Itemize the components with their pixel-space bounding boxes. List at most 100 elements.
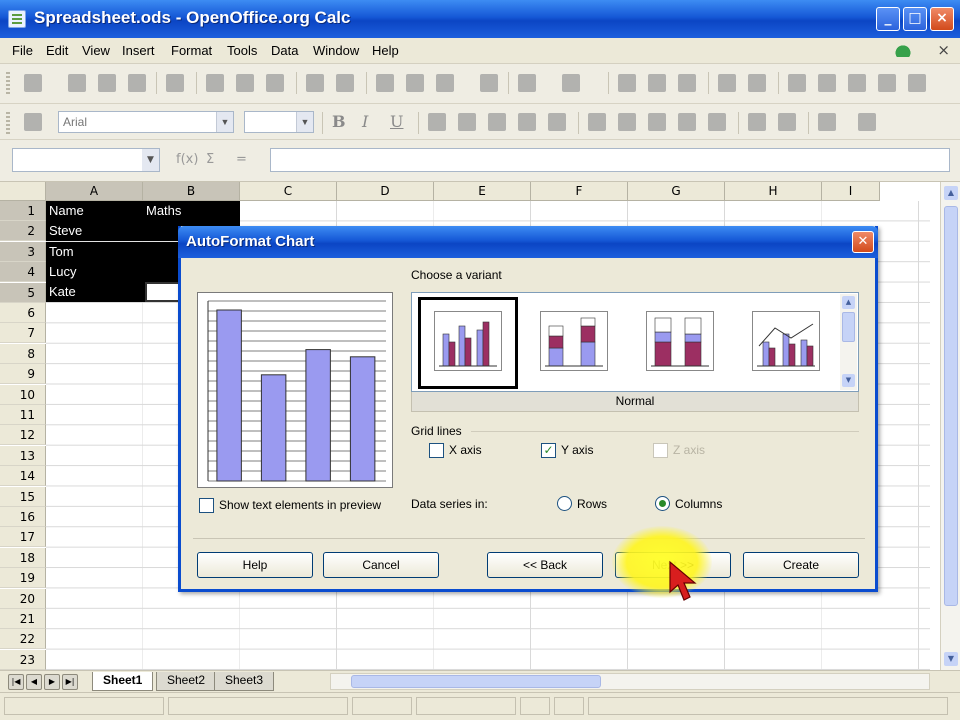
variant-bars-and-lines[interactable] <box>736 297 836 389</box>
horizontal-scrollbar[interactable] <box>330 673 930 690</box>
window-titlebar[interactable]: Spreadsheet.ods - OpenOffice.org Calc _ … <box>0 0 960 38</box>
minimize-button[interactable]: _ <box>876 7 900 31</box>
increase-indent-icon[interactable] <box>778 113 796 131</box>
cell-A5[interactable]: Kate <box>46 282 143 302</box>
styles-formatting-icon[interactable] <box>24 113 42 131</box>
columns-radio[interactable] <box>655 496 670 511</box>
row-header-21[interactable]: 21 <box>0 609 46 629</box>
next-sheet-icon[interactable]: ▶ <box>44 674 60 690</box>
menu-edit[interactable]: Edit <box>46 43 68 58</box>
tab-sheet3[interactable]: Sheet3 <box>214 672 275 691</box>
open-icon[interactable] <box>68 74 86 92</box>
spellcheck-icon[interactable] <box>306 74 324 92</box>
row-header-8[interactable]: 8 <box>0 343 46 364</box>
bold-icon[interactable]: B <box>332 112 346 131</box>
gallery-icon[interactable] <box>848 74 866 92</box>
export-pdf-icon[interactable] <box>206 74 224 92</box>
data-sources-icon[interactable] <box>878 74 896 92</box>
toolbar-grip[interactable] <box>6 72 10 94</box>
row-header-16[interactable]: 16 <box>0 507 46 527</box>
paste-icon[interactable] <box>436 74 454 92</box>
vertical-scrollbar[interactable]: ▲ ▼ <box>940 182 960 670</box>
back-button[interactable]: << Back <box>487 552 603 578</box>
row-header-6[interactable]: 6 <box>0 303 46 323</box>
x-axis-checkbox[interactable] <box>429 443 444 458</box>
row-header-13[interactable]: 13 <box>0 445 46 466</box>
close-button[interactable]: × <box>930 7 954 31</box>
column-header-D[interactable]: D <box>337 182 434 201</box>
maximize-button[interactable]: □ <box>903 7 927 31</box>
function-wizard-icon[interactable]: f(x) <box>176 152 198 167</box>
italic-icon[interactable]: I <box>362 112 368 131</box>
sum-icon[interactable]: Σ <box>206 152 214 167</box>
row-header-3[interactable]: 3 <box>0 241 46 262</box>
align-center-icon[interactable] <box>458 113 476 131</box>
menu-format[interactable]: Format <box>171 43 212 58</box>
font-size-combo[interactable]: ▼ <box>244 111 314 133</box>
chevron-down-icon[interactable]: ▼ <box>142 149 159 171</box>
underline-icon[interactable]: U <box>390 112 403 131</box>
scroll-thumb[interactable] <box>944 206 958 606</box>
redo-icon[interactable] <box>562 74 580 92</box>
menu-window[interactable]: Window <box>313 43 359 58</box>
page-preview-icon[interactable] <box>266 74 284 92</box>
column-header-F[interactable]: F <box>531 182 628 201</box>
cut-icon[interactable] <box>376 74 394 92</box>
row-header-20[interactable]: 20 <box>0 588 46 609</box>
font-name-combo[interactable]: Arial ▼ <box>58 111 234 133</box>
scroll-down-icon[interactable]: ▼ <box>842 374 855 387</box>
new-document-icon[interactable] <box>24 74 42 92</box>
chevron-down-icon[interactable]: ▼ <box>216 112 233 132</box>
percent-format-icon[interactable] <box>618 113 636 131</box>
document-close-icon[interactable]: × <box>937 41 950 59</box>
sort-ascending-icon[interactable] <box>648 74 666 92</box>
update-status-icon[interactable] <box>894 43 912 57</box>
row-header-22[interactable]: 22 <box>0 629 46 650</box>
column-header-H[interactable]: H <box>725 182 822 201</box>
select-all-corner[interactable] <box>0 182 46 201</box>
scroll-thumb[interactable] <box>842 312 855 342</box>
row-header-14[interactable]: 14 <box>0 466 46 487</box>
row-header-23[interactable]: 23 <box>0 649 46 670</box>
first-sheet-icon[interactable]: |◀ <box>8 674 24 690</box>
background-color-icon[interactable] <box>858 113 876 131</box>
align-left-icon[interactable] <box>428 113 446 131</box>
menu-data[interactable]: Data <box>271 43 298 58</box>
column-header-C[interactable]: C <box>240 182 337 201</box>
variant-normal[interactable] <box>418 297 518 389</box>
variant-list-scrollbar[interactable]: ▲ ▼ <box>840 294 857 390</box>
scroll-up-icon[interactable]: ▲ <box>842 296 855 309</box>
scroll-thumb[interactable] <box>351 675 601 688</box>
variant-percent-stacked[interactable] <box>630 297 730 389</box>
merge-cells-icon[interactable] <box>548 113 566 131</box>
tab-sheet2[interactable]: Sheet2 <box>156 672 217 691</box>
column-header-B[interactable]: B <box>143 182 240 201</box>
row-header-7[interactable]: 7 <box>0 323 46 344</box>
row-header-12[interactable]: 12 <box>0 425 46 446</box>
formula-input[interactable] <box>270 148 950 172</box>
name-box[interactable]: ▼ <box>12 148 160 172</box>
row-header-19[interactable]: 19 <box>0 568 46 589</box>
help-button[interactable]: Help <box>197 552 313 578</box>
variant-stacked[interactable] <box>524 297 624 389</box>
copy-icon[interactable] <box>406 74 424 92</box>
cell-B1[interactable]: Maths <box>143 201 240 221</box>
function-icon[interactable]: = <box>236 152 247 167</box>
zoom-icon[interactable] <box>908 74 926 92</box>
row-header-17[interactable]: 17 <box>0 527 46 548</box>
sort-descending-icon[interactable] <box>678 74 696 92</box>
row-header-5[interactable]: 5 <box>0 282 46 303</box>
last-sheet-icon[interactable]: ▶| <box>62 674 78 690</box>
delete-decimal-icon[interactable] <box>708 113 726 131</box>
row-header-2[interactable]: 2 <box>0 221 46 242</box>
scroll-up-icon[interactable]: ▲ <box>944 186 958 200</box>
menu-insert[interactable]: Insert <box>122 43 155 58</box>
align-right-icon[interactable] <box>488 113 506 131</box>
show-draw-functions-icon[interactable] <box>748 74 766 92</box>
chevron-down-icon[interactable]: ▼ <box>296 112 313 132</box>
currency-format-icon[interactable] <box>588 113 606 131</box>
toolbar-grip[interactable] <box>6 112 10 134</box>
menu-file[interactable]: File <box>12 43 33 58</box>
show-text-checkbox[interactable] <box>199 498 214 513</box>
column-header-E[interactable]: E <box>434 182 531 201</box>
